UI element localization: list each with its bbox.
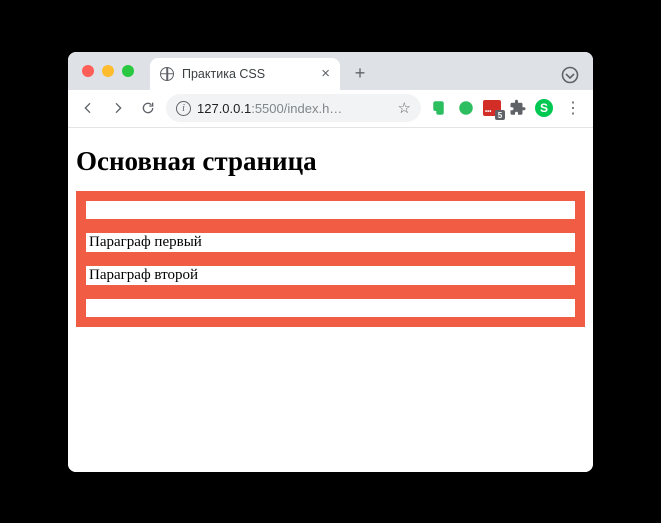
extensions-puzzle-icon[interactable]: [509, 99, 527, 117]
content-section: Параграф первый Параграф второй: [76, 191, 585, 327]
fullscreen-window-button[interactable]: [122, 65, 134, 77]
paragraph: [86, 201, 575, 219]
paragraph: Параграф первый: [86, 233, 575, 252]
browser-toolbar: i 127.0.0.1:5500/index.h… ☆ ••• 5 S: [68, 90, 593, 128]
bookmark-star-icon[interactable]: ☆: [398, 99, 411, 117]
profile-avatar[interactable]: S: [535, 99, 553, 117]
lastpass-extension-icon[interactable]: ••• 5: [483, 100, 501, 116]
address-bar[interactable]: i 127.0.0.1:5500/index.h… ☆: [166, 94, 421, 122]
extension-badge: 5: [495, 110, 505, 120]
reload-button[interactable]: [136, 96, 160, 120]
paragraph: Параграф второй: [86, 266, 575, 285]
back-button[interactable]: [76, 96, 100, 120]
tab-strip: Практика CSS × +: [68, 52, 593, 90]
close-tab-icon[interactable]: ×: [321, 66, 330, 81]
extensions-area: ••• 5 S ⋮: [427, 98, 585, 118]
tab-title: Практика CSS: [182, 67, 265, 81]
browser-tab-active[interactable]: Практика CSS ×: [150, 58, 340, 90]
page-heading: Основная страница: [76, 146, 585, 177]
globe-icon: [160, 67, 174, 81]
url-text: 127.0.0.1:5500/index.h…: [197, 101, 392, 116]
close-window-button[interactable]: [82, 65, 94, 77]
minimize-window-button[interactable]: [102, 65, 114, 77]
chrome-menu-icon[interactable]: ⋮: [561, 98, 585, 118]
tab-menu-button[interactable]: [561, 66, 579, 84]
evernote-extension-icon[interactable]: [431, 99, 449, 117]
paragraph: [86, 299, 575, 317]
site-info-icon[interactable]: i: [176, 101, 191, 116]
page-viewport: Основная страница Параграф первый Парагр…: [68, 128, 593, 472]
new-tab-button[interactable]: +: [346, 60, 374, 88]
adblock-extension-icon[interactable]: [457, 99, 475, 117]
window-controls: [82, 65, 134, 77]
forward-button[interactable]: [106, 96, 130, 120]
browser-window: Практика CSS × + i 127.0.0.1:5500/index.…: [68, 52, 593, 472]
